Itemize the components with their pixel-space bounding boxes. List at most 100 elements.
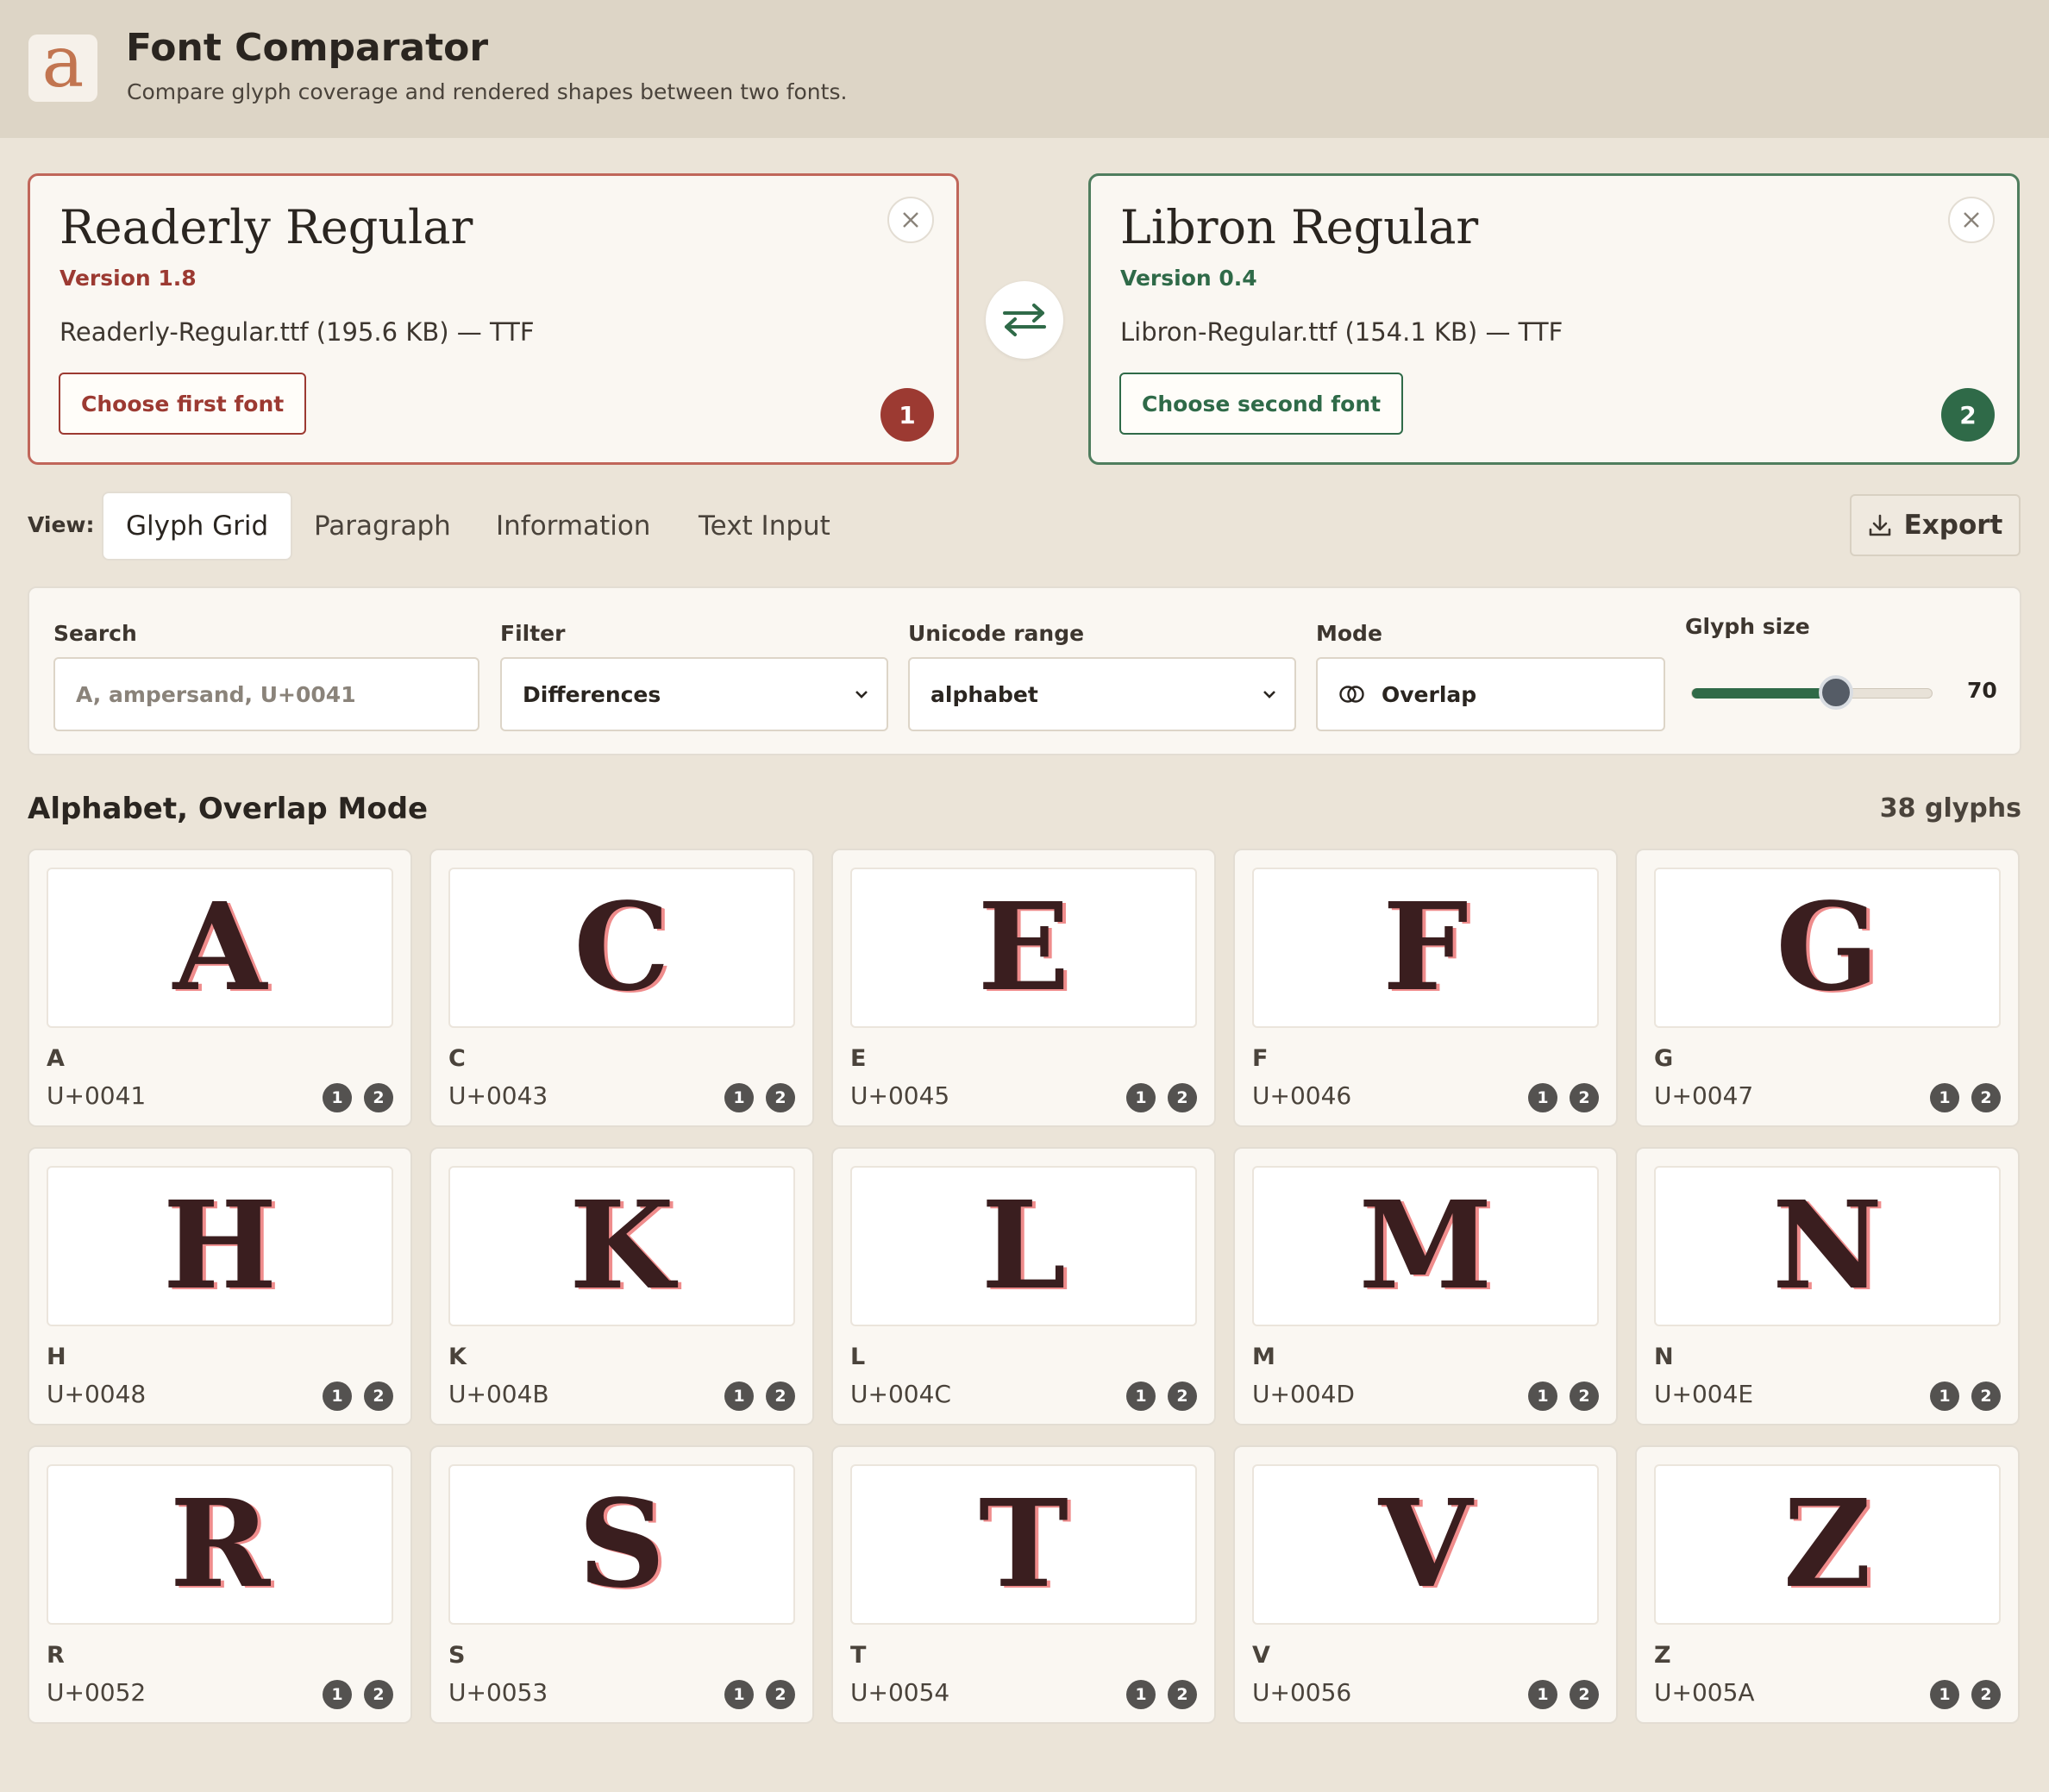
glyph-codepoint: U+0043 (448, 1081, 548, 1110)
app-title: Font Comparator (126, 26, 489, 70)
font-1-present-badge: 1 (1930, 1680, 1959, 1709)
font-2-present-badge: 2 (1971, 1382, 2001, 1411)
glyph-cell[interactable]: R R R U+0052 1 2 (28, 1445, 412, 1724)
glyph-font-1: S (578, 1474, 666, 1615)
glyph-size-slider-fill (1692, 688, 1836, 699)
second-font-card: Libron Regular Version 0.4 Libron-Regula… (1088, 173, 2020, 465)
glyph-codepoint: U+004E (1654, 1380, 1754, 1408)
tab-paragraph[interactable]: Paragraph (291, 492, 473, 561)
glyph-cell[interactable]: T T T U+0054 1 2 (831, 1445, 1216, 1724)
glyph-font-1: G (1776, 877, 1879, 1018)
glyph-char-label: Z (1654, 1642, 1671, 1669)
font-2-present-badge: 2 (766, 1382, 795, 1411)
glyph-codepoint: U+004D (1252, 1380, 1355, 1408)
glyph-font-1: R (169, 1474, 271, 1615)
filter-select[interactable]: Differences (500, 657, 888, 731)
glyph-font-1: H (162, 1175, 278, 1317)
glyph-char-label: N (1654, 1344, 1674, 1370)
first-font-name: Readerly Regular (60, 200, 473, 254)
glyph-char-label: C (448, 1045, 466, 1072)
glyph-cell[interactable]: E E E U+0045 1 2 (831, 849, 1216, 1127)
tab-glyph-grid[interactable]: Glyph Grid (102, 492, 293, 561)
glyph-font-1: T (978, 1474, 1069, 1615)
glyph-cell[interactable]: H H H U+0048 1 2 (28, 1147, 412, 1425)
glyph-cell[interactable]: M M M U+004D 1 2 (1233, 1147, 1618, 1425)
glyph-preview: VV (1252, 1464, 1599, 1625)
glyph-char-label: M (1252, 1344, 1275, 1370)
glyph-codepoint: U+0041 (47, 1081, 147, 1110)
glyph-cell[interactable]: V V V U+0056 1 2 (1233, 1445, 1618, 1724)
glyph-codepoint: U+0056 (1252, 1678, 1352, 1707)
choose-first-font-button[interactable]: Choose first font (59, 373, 307, 435)
glyph-codepoint: U+005A (1654, 1678, 1755, 1707)
glyph-char-label: H (47, 1344, 66, 1370)
glyph-preview: ZZ (1654, 1464, 2001, 1625)
font-2-present-badge: 2 (364, 1680, 393, 1709)
glyph-cell[interactable]: G G G U+0047 1 2 (1635, 849, 2020, 1127)
font-1-present-badge: 1 (1528, 1382, 1557, 1411)
font-1-present-badge: 1 (1126, 1680, 1156, 1709)
export-button[interactable]: Export (1850, 494, 2021, 556)
tab-information[interactable]: Information (473, 492, 673, 561)
font-1-badge: 1 (880, 388, 934, 442)
unicode-range-select[interactable]: alphabet (908, 657, 1296, 731)
glyph-cell[interactable]: F F F U+0046 1 2 (1233, 849, 1618, 1127)
filter-value: Differences (523, 681, 661, 707)
font-2-present-badge: 2 (1971, 1083, 2001, 1112)
font-1-present-badge: 1 (1930, 1382, 1959, 1411)
glyph-cell[interactable]: N N N U+004E 1 2 (1635, 1147, 2020, 1425)
glyph-size-slider-thumb[interactable] (1818, 675, 1853, 710)
glyph-controls-panel: Search A, ampersand, U+0041 Filter Diffe… (28, 586, 2021, 755)
close-icon[interactable] (887, 197, 934, 243)
choose-second-font-button[interactable]: Choose second font (1119, 373, 1404, 435)
glyph-font-1: L (981, 1175, 1067, 1317)
overlap-icon (1339, 686, 1364, 703)
font-2-present-badge: 2 (1570, 1680, 1599, 1709)
font-1-present-badge: 1 (724, 1083, 754, 1112)
glyph-preview: EE (850, 868, 1197, 1028)
glyph-char-label: L (850, 1344, 866, 1370)
font-1-present-badge: 1 (1126, 1083, 1156, 1112)
glyph-cell[interactable]: C C C U+0043 1 2 (429, 849, 814, 1127)
second-font-name: Libron Regular (1120, 200, 1479, 254)
export-label: Export (1903, 510, 2003, 541)
glyph-cell[interactable]: S S S U+0053 1 2 (429, 1445, 814, 1724)
glyph-size-label: Glyph size (1685, 614, 1810, 639)
view-label: View: (28, 512, 95, 537)
glyph-cell[interactable]: Z Z Z U+005A 1 2 (1635, 1445, 2020, 1724)
glyph-char-label: R (47, 1642, 65, 1669)
glyph-cell[interactable]: K K K U+004B 1 2 (429, 1147, 814, 1425)
glyph-char-label: V (1252, 1642, 1270, 1669)
app-subtitle: Compare glyph coverage and rendered shap… (127, 79, 848, 104)
glyph-char-label: S (448, 1642, 466, 1669)
font-1-present-badge: 1 (323, 1680, 352, 1709)
chevron-down-icon (1263, 691, 1275, 699)
glyph-preview: HH (47, 1166, 393, 1326)
glyph-size-slider[interactable] (1691, 675, 1933, 710)
glyph-preview: TT (850, 1464, 1197, 1625)
glyph-font-1: C (573, 877, 670, 1018)
glyph-codepoint: U+004B (448, 1380, 549, 1408)
close-icon[interactable] (1948, 197, 1995, 243)
glyph-codepoint: U+0052 (47, 1678, 147, 1707)
glyph-preview: NN (1654, 1166, 2001, 1326)
mode-value: Overlap (1382, 681, 1477, 707)
font-2-present-badge: 2 (1570, 1083, 1599, 1112)
glyph-preview: SS (448, 1464, 795, 1625)
glyph-font-1: N (1772, 1175, 1883, 1317)
search-input[interactable]: A, ampersand, U+0041 (53, 657, 479, 731)
glyph-cell[interactable]: A A A U+0041 1 2 (28, 849, 412, 1127)
font-2-present-badge: 2 (1168, 1382, 1197, 1411)
font-1-present-badge: 1 (724, 1680, 754, 1709)
swap-fonts-icon[interactable] (986, 281, 1063, 359)
glyph-preview: FF (1252, 868, 1599, 1028)
glyph-preview: CC (448, 868, 795, 1028)
first-font-version: Version 1.8 (60, 266, 197, 291)
glyph-font-1: M (1358, 1175, 1493, 1317)
glyph-codepoint: U+004C (850, 1380, 951, 1408)
font-2-present-badge: 2 (1168, 1680, 1197, 1709)
glyph-cell[interactable]: L L L U+004C 1 2 (831, 1147, 1216, 1425)
mode-button[interactable]: Overlap (1316, 657, 1665, 731)
tab-text-input[interactable]: Text Input (676, 492, 853, 561)
mode-label: Mode (1316, 621, 1382, 646)
